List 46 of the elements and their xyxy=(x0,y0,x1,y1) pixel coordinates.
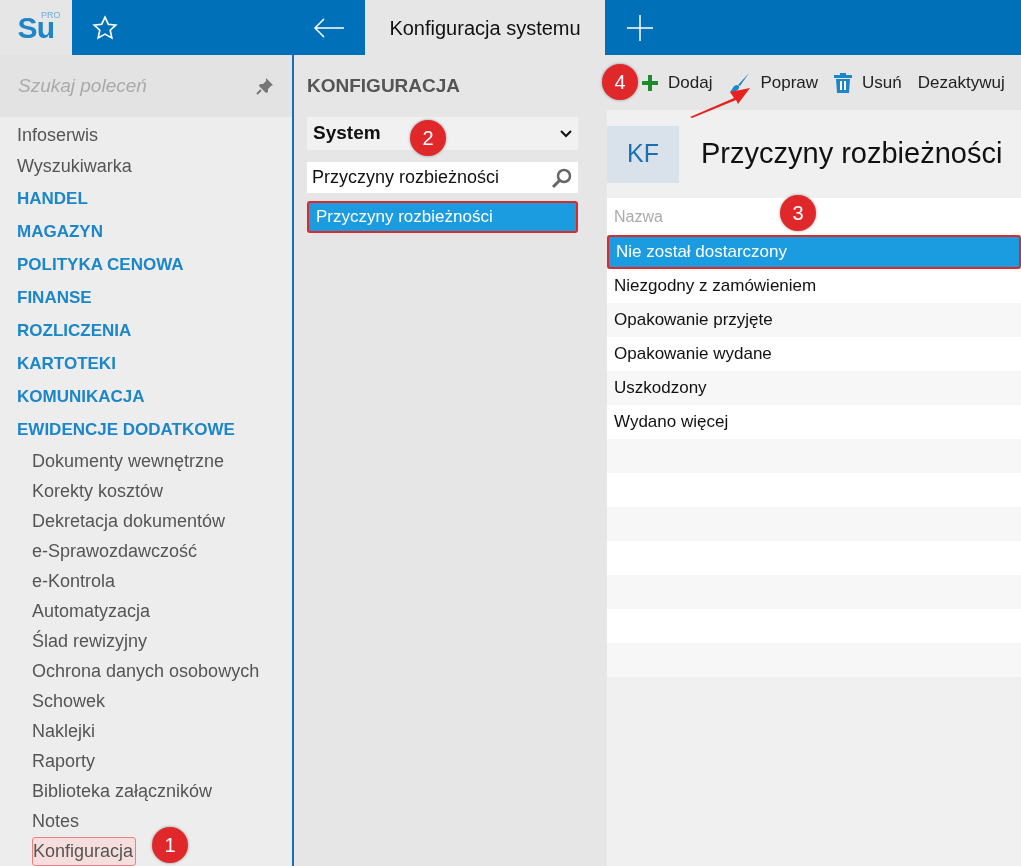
chevron-down-icon xyxy=(560,129,572,138)
table-row[interactable]: Opakowanie przyjęte xyxy=(607,303,1021,337)
page-title: Przyczyny rozbieżności xyxy=(701,136,1003,172)
sidebar-item[interactable]: EWIDENCJE DODATKOWE xyxy=(17,416,235,443)
sidebar-item[interactable]: Korekty kosztów xyxy=(32,477,164,505)
sidebar-item[interactable]: HANDEL xyxy=(17,185,88,212)
initials-badge: KF xyxy=(607,125,679,183)
sidebar-item[interactable]: Automatyzacja xyxy=(32,597,151,625)
sidebar-item[interactable]: MAGAZYN xyxy=(17,218,103,245)
sidebar-item[interactable]: e-Kontrola xyxy=(32,567,116,595)
sidebar-item[interactable]: ROZLICZENIA xyxy=(17,317,132,344)
toolbar-button[interactable]: Popraw xyxy=(728,69,823,96)
section-title: KONFIGURACJA xyxy=(307,73,462,98)
star-icon[interactable] xyxy=(92,14,118,41)
sidebar-item[interactable]: Dekretacja dokumentów xyxy=(32,507,226,535)
sidebar-item[interactable]: Ślad rewizyjny xyxy=(32,627,148,655)
step-number-badge: 4 xyxy=(602,64,638,100)
search-icon xyxy=(551,166,573,189)
pin-icon[interactable] xyxy=(256,77,274,95)
back-arrow-icon[interactable] xyxy=(313,17,345,38)
toolbar-button[interactable]: Usuń xyxy=(834,69,906,96)
sidebar-item[interactable]: POLITYKA CENOWA xyxy=(17,251,184,278)
sidebar-item[interactable]: Wyszukiwarka xyxy=(17,153,132,180)
sidebar-item[interactable]: Schowek xyxy=(32,687,106,715)
sidebar-item[interactable]: Raporty xyxy=(32,747,96,775)
sidebar-item[interactable]: Konfiguracja xyxy=(32,836,137,866)
sidebar-item[interactable]: FINANSE xyxy=(17,284,92,311)
sidebar-item[interactable]: Notes xyxy=(32,807,80,835)
plus-icon xyxy=(642,74,658,91)
sidebar-item[interactable]: Naklejki xyxy=(32,717,96,745)
table-row[interactable]: Opakowanie wydane xyxy=(607,337,1021,371)
sidebar-item[interactable]: KOMUNIKACJA xyxy=(17,383,145,410)
toolbar-button[interactable]: Dodaj xyxy=(642,69,717,96)
sidebar-item[interactable]: KARTOTEKI xyxy=(17,350,116,377)
table-row[interactable]: Wydano więcej xyxy=(607,405,1021,439)
sidebar-item[interactable]: Infoserwis xyxy=(17,122,99,149)
plus-icon[interactable] xyxy=(627,14,653,41)
toolbar-button[interactable]: Dezaktywuj xyxy=(917,69,1009,96)
search-field[interactable]: Przyczyny rozbieżności xyxy=(307,162,578,193)
sidebar-item[interactable]: Ochrona danych osobowych xyxy=(32,657,260,685)
sidebar-item[interactable]: Dokumenty wewnętrzne xyxy=(32,447,225,475)
sidebar-item[interactable]: Biblioteka załączników xyxy=(32,777,213,805)
sidebar-item[interactable]: e-Sprawozdawczość xyxy=(32,537,198,565)
table-row[interactable]: Uszkodzony xyxy=(607,371,1021,405)
table-row[interactable]: Niezgodny z zamówieniem xyxy=(607,269,1021,303)
trash-icon xyxy=(834,72,853,93)
